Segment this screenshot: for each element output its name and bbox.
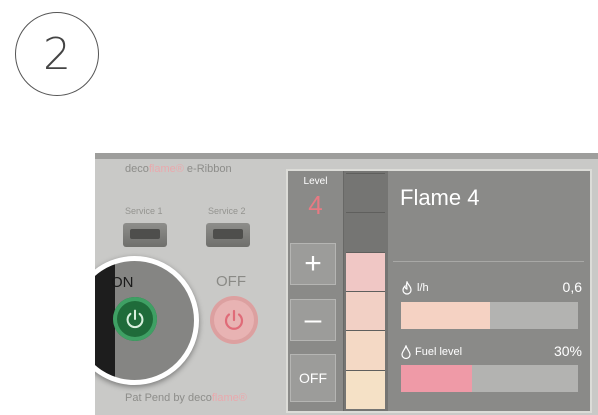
- consumption-value: 0,6: [562, 279, 582, 295]
- divider: [393, 261, 584, 262]
- service1-port: [123, 223, 167, 247]
- level-value: 4: [308, 190, 323, 220]
- fuel-value: 30%: [553, 343, 582, 359]
- device-top-edge: [95, 153, 598, 159]
- service2-port: [206, 223, 250, 247]
- on-label: ON: [111, 274, 134, 291]
- consumption-bar: [401, 302, 578, 329]
- consumption-label: l/h: [401, 281, 429, 295]
- brand-label: decoflame® e-Ribbon: [125, 163, 232, 175]
- level-label: Level: [303, 176, 328, 187]
- controller-screen: Level 4 + – OFF Flame 4 l/h 0,6 Fuel lev…: [286, 169, 592, 413]
- off-power-button[interactable]: [210, 296, 258, 344]
- off-label: OFF: [216, 273, 246, 290]
- level-segment-inactive: [346, 173, 385, 213]
- level-segment-inactive: [346, 212, 385, 252]
- flame-title: Flame 4: [400, 185, 480, 210]
- fuel-bar: [401, 365, 578, 392]
- patent-label: Pat Pend by decoflame®: [125, 392, 247, 404]
- service1-label: Service 1: [125, 206, 163, 216]
- level-segment-active: [346, 369, 385, 409]
- brand-accent: flame®: [148, 163, 184, 175]
- decrease-button[interactable]: –: [290, 299, 336, 341]
- step-number-badge: 2: [15, 12, 99, 96]
- level-segment-active: [346, 291, 385, 331]
- off-button[interactable]: OFF: [290, 354, 336, 402]
- flame-icon: [402, 281, 412, 295]
- fuel-label: Fuel level: [401, 345, 462, 359]
- fuel-bar-fill: [401, 365, 472, 392]
- service2-label: Service 2: [208, 206, 246, 216]
- on-zoom-circle: ON: [95, 256, 199, 385]
- consumption-bar-fill: [401, 302, 490, 329]
- step-number: 2: [43, 28, 71, 80]
- level-bar: [343, 171, 388, 411]
- power-icon: [126, 309, 144, 329]
- flame-info-panel: Flame 4 l/h 0,6 Fuel level 30%: [387, 171, 590, 411]
- power-icon: [224, 309, 244, 330]
- level-column: Level 4 + – OFF: [288, 171, 343, 411]
- level-segment-active: [346, 251, 385, 291]
- device-panel: decoflame® e-Ribbon Service 1 Service 2 …: [95, 153, 598, 415]
- increase-button[interactable]: +: [290, 243, 336, 285]
- drop-icon: [401, 345, 411, 359]
- level-segment-active: [346, 330, 385, 370]
- on-power-button[interactable]: [113, 297, 157, 341]
